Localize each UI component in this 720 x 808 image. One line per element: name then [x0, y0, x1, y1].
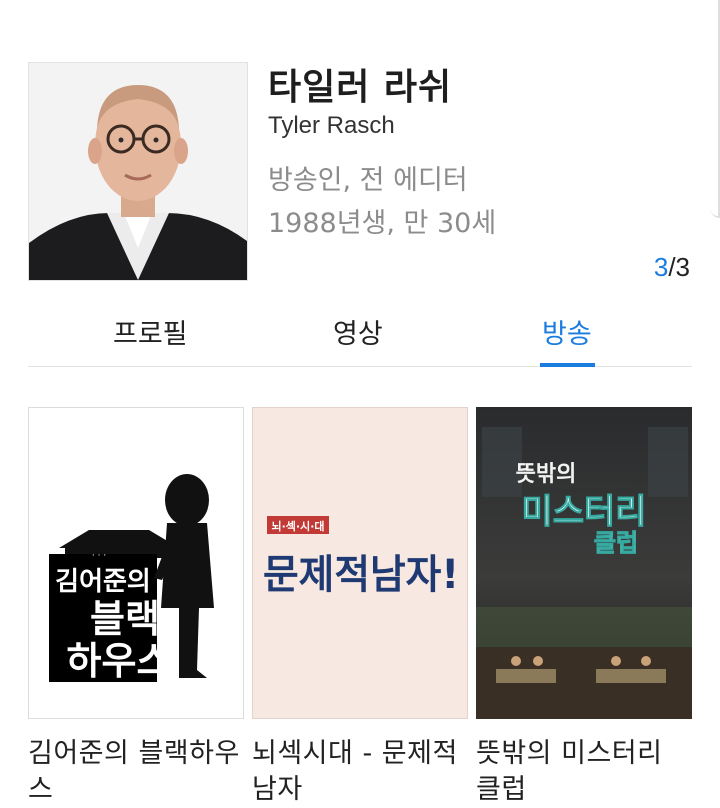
poster-tag: 뇌·섹·시·대	[271, 519, 324, 533]
profile-pager: 3/3	[654, 252, 690, 283]
person-birth-age: 1988년생, 만 30세	[268, 208, 497, 239]
program-title[interactable]: 김어준의 블랙하우스	[28, 736, 244, 808]
program-title[interactable]: 뜻밖의 미스터리 클럽	[476, 736, 692, 808]
person-occupation: 방송인, 전 에디터	[268, 165, 468, 196]
pager-total: /3	[668, 252, 690, 282]
program-poster[interactable]: 뇌·섹·시·대 문제적남자!	[252, 407, 468, 719]
program-card-problematic-men[interactable]: 뇌·섹·시·대 문제적남자! 뇌섹시대 - 문제적 남자	[252, 407, 468, 808]
tab-profile[interactable]: 프로필	[113, 312, 188, 351]
program-title[interactable]: 뇌섹시대 - 문제적 남자	[252, 736, 468, 808]
pager-current: 3	[653, 252, 669, 282]
profile-photo	[28, 62, 248, 281]
program-poster[interactable]: 뜻밖의 미스터리 클럽	[476, 407, 692, 719]
program-poster[interactable]: · · · 김어준의 블랙 하우스	[28, 407, 244, 719]
poster-text-line2: 블랙	[90, 597, 160, 641]
tab-broadcast[interactable]: 방송	[542, 312, 592, 351]
poster-text-line3: 클럽	[594, 529, 638, 557]
poster-text-line1: 김어준의	[55, 567, 151, 597]
person-name-korean: 타일러 라쉬	[268, 67, 453, 108]
poster-text-line2: 미스터리	[521, 492, 646, 532]
poster-title-text: 문제적남자!	[263, 552, 459, 598]
poster-text-line1: 뜻밖의	[516, 462, 577, 487]
poster-text-line3: 하우스	[67, 639, 172, 683]
tab-bar: 프로필 영상 방송	[28, 306, 692, 367]
person-name-english: Tyler Rasch	[268, 112, 395, 139]
program-card-mystery-club[interactable]: 뜻밖의 미스터리 클럽 뜻밖의 미스터리 클럽	[476, 407, 692, 808]
scroll-indicator	[710, 0, 720, 218]
svg-text:· · ·: · · ·	[92, 551, 106, 561]
program-card-black-house[interactable]: · · · 김어준의 블랙 하우스 김어준의 블랙하우스	[28, 407, 244, 808]
active-tab-indicator	[540, 363, 595, 367]
tab-video[interactable]: 영상	[333, 312, 383, 351]
